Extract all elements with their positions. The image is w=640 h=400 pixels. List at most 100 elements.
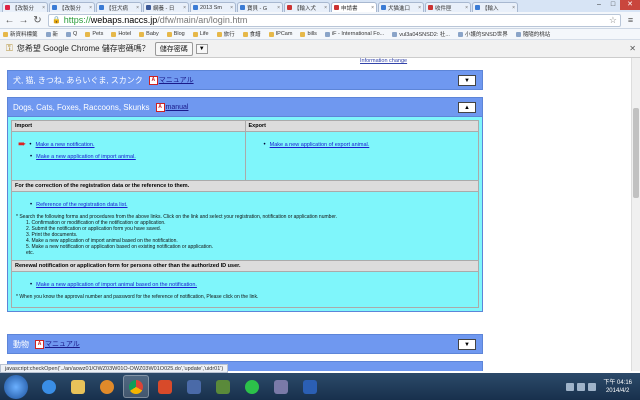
folder-icon <box>139 31 145 37</box>
favicon-icon <box>287 5 292 10</box>
bookmark-item[interactable]: iF - International Fo... <box>324 31 384 37</box>
folder-icon <box>85 31 91 37</box>
tab-title: 【狂犬病 <box>106 5 129 12</box>
tab-close-icon[interactable]: × <box>183 5 186 11</box>
taskbar-word[interactable] <box>297 375 323 398</box>
tab-close-icon[interactable]: × <box>42 5 45 11</box>
menu-icon[interactable]: ≡ <box>624 14 637 27</box>
bookmark-item[interactable]: Blog <box>166 31 185 37</box>
bookmark-item[interactable]: Baby <box>139 31 159 37</box>
taskbar-line[interactable] <box>239 375 265 398</box>
browser-tab[interactable]: 【輸入 × <box>472 2 518 12</box>
manual-link[interactable]: A マニュアル <box>35 339 80 349</box>
manual-link[interactable]: A manual <box>155 102 188 112</box>
bookmark-item[interactable]: vul3a04SNSD2: 社... <box>392 30 450 38</box>
bullet-icon: • <box>263 142 266 148</box>
taskbar-media[interactable] <box>94 375 120 398</box>
browser-tab[interactable]: 【改製分 × <box>2 2 48 12</box>
save-password-button[interactable]: 儲存密碼 <box>154 41 193 56</box>
address-bar[interactable]: 🔒 https://webaps.naccs.jp/dfw/main/an/lo… <box>48 13 621 27</box>
expand-toggle-button[interactable]: ▼ <box>458 74 476 86</box>
section-header[interactable]: Dogs, Cats, Foxes, Raccoons, Skunks A ma… <box>7 97 483 117</box>
bookmark-item[interactable]: Life <box>192 31 209 37</box>
renewal-import-application-link[interactable]: Make a new application of import animal … <box>36 282 197 288</box>
bullet-icon: • <box>30 202 33 208</box>
page-content: Information change 犬, 猫, きつね, あらいぐま, スカン… <box>0 58 640 371</box>
bookmark-item[interactable]: Q <box>66 31 77 37</box>
clock[interactable]: 下午 04:16 2014/4/2 <box>603 379 632 395</box>
start-button[interactable] <box>4 374 28 399</box>
taskbar-app-9[interactable] <box>268 375 294 398</box>
scrollbar-thumb[interactable] <box>633 108 639 198</box>
manual-link[interactable]: A マニュアル <box>148 75 194 85</box>
infobar-close-icon[interactable]: ✕ <box>629 44 636 53</box>
correction-header: For the correction of the registration d… <box>11 181 479 192</box>
section-header[interactable]: 犬, 猫, きつね, あらいぐま, スカンク A マニュアル ▼ <box>7 70 483 90</box>
windows-taskbar: 下午 04:16 2014/4/2 <box>0 373 640 400</box>
minimize-button[interactable]: – <box>592 0 606 10</box>
browser-tab[interactable]: 收件匣 × <box>425 2 471 12</box>
network-icon[interactable] <box>577 382 586 391</box>
reference-registration-link[interactable]: Reference of the registration data list. <box>36 202 127 208</box>
browser-tab[interactable]: 2013 Sm × <box>190 2 236 12</box>
back-icon[interactable]: ← <box>3 14 16 27</box>
make-import-application-link[interactable]: Make a new application of import animal. <box>36 154 136 160</box>
bookmark-item[interactable]: Hotel <box>111 31 131 37</box>
bookmark-star-icon[interactable]: ☆ <box>609 15 617 26</box>
favicon-icon <box>240 5 245 10</box>
make-export-application-link[interactable]: Make a new application of export animal. <box>270 142 370 148</box>
bookmark-item[interactable]: 新 <box>45 30 58 38</box>
close-window-button[interactable]: ✕ <box>620 0 640 10</box>
tray-icon[interactable] <box>566 382 575 391</box>
bookmark-item[interactable]: 隨隨的桃站 <box>515 30 550 38</box>
section-header[interactable]: 動物 A マニュアル ▼ <box>7 334 483 354</box>
bookmark-label: bills <box>307 31 317 37</box>
section-japanese-animals: 犬, 猫, きつね, あらいぐま, スカンク A マニュアル ▼ <box>7 70 483 90</box>
taskbar-chrome[interactable] <box>123 375 149 398</box>
volume-icon[interactable] <box>588 382 597 391</box>
browser-tab[interactable]: 【狂犬病 × <box>96 2 142 12</box>
save-password-dropdown[interactable]: ▼ <box>195 43 208 54</box>
browser-tab[interactable]: 寶貝 - G × <box>237 2 283 12</box>
tab-title: 寶貝 - G <box>247 5 268 12</box>
bookmark-label: Q <box>73 31 78 37</box>
bookmark-item[interactable]: bills <box>300 31 317 37</box>
bookmark-item[interactable]: Pets <box>85 31 103 37</box>
tab-close-icon[interactable]: × <box>89 5 92 11</box>
import-header: Import <box>12 121 245 132</box>
browser-tab[interactable]: 【改製分 × <box>49 2 95 12</box>
bookmark-item[interactable]: 旅行 <box>216 30 235 38</box>
bookmark-label: vul3a04SNSD2: 社... <box>399 32 450 38</box>
bookmark-item[interactable]: 小護的SNSD世界 <box>457 30 508 38</box>
tab-close-icon[interactable]: × <box>418 5 421 11</box>
tab-close-icon[interactable]: × <box>277 5 280 11</box>
taskbar-ie[interactable] <box>36 375 62 398</box>
tab-close-icon[interactable]: × <box>371 5 374 11</box>
bookmark-item[interactable]: 食譜 <box>242 30 261 38</box>
tab-close-icon[interactable]: × <box>465 5 468 11</box>
bookmark-item[interactable]: 新資料標籤 <box>3 30 38 38</box>
page-scrollbar[interactable] <box>631 58 640 371</box>
browser-tab[interactable]: 申請書 × <box>331 2 377 12</box>
browser-tab[interactable]: 犬猫進口 × <box>378 2 424 12</box>
taskbar-app-6[interactable] <box>181 375 207 398</box>
browser-tab[interactable]: 網養 - 日 × <box>143 2 189 12</box>
taskbar-app-7[interactable] <box>210 375 236 398</box>
collapse-toggle-button[interactable]: ▲ <box>458 101 476 113</box>
browser-tab[interactable]: 【輸入犬 × <box>284 2 330 12</box>
taskbar-app-5[interactable] <box>152 375 178 398</box>
bookmark-item[interactable]: IPCam <box>268 31 292 37</box>
information-change-link[interactable]: Information change <box>360 58 407 64</box>
tab-close-icon[interactable]: × <box>136 5 139 11</box>
forward-icon[interactable]: → <box>17 14 30 27</box>
taskbar-explorer[interactable] <box>65 375 91 398</box>
maximize-button[interactable]: □ <box>606 0 620 10</box>
reload-icon[interactable]: ↻ <box>31 14 44 27</box>
media-player-icon <box>100 379 114 394</box>
tab-close-icon[interactable]: × <box>324 5 327 11</box>
tab-close-icon[interactable]: × <box>230 5 233 11</box>
tab-close-icon[interactable]: × <box>512 5 515 11</box>
save-password-message: 您希望 Google Chrome 儲存密碼嗎？ <box>16 44 150 53</box>
expand-toggle-button[interactable]: ▼ <box>458 338 476 350</box>
make-new-notification-link[interactable]: Make a new notification. <box>36 142 95 148</box>
